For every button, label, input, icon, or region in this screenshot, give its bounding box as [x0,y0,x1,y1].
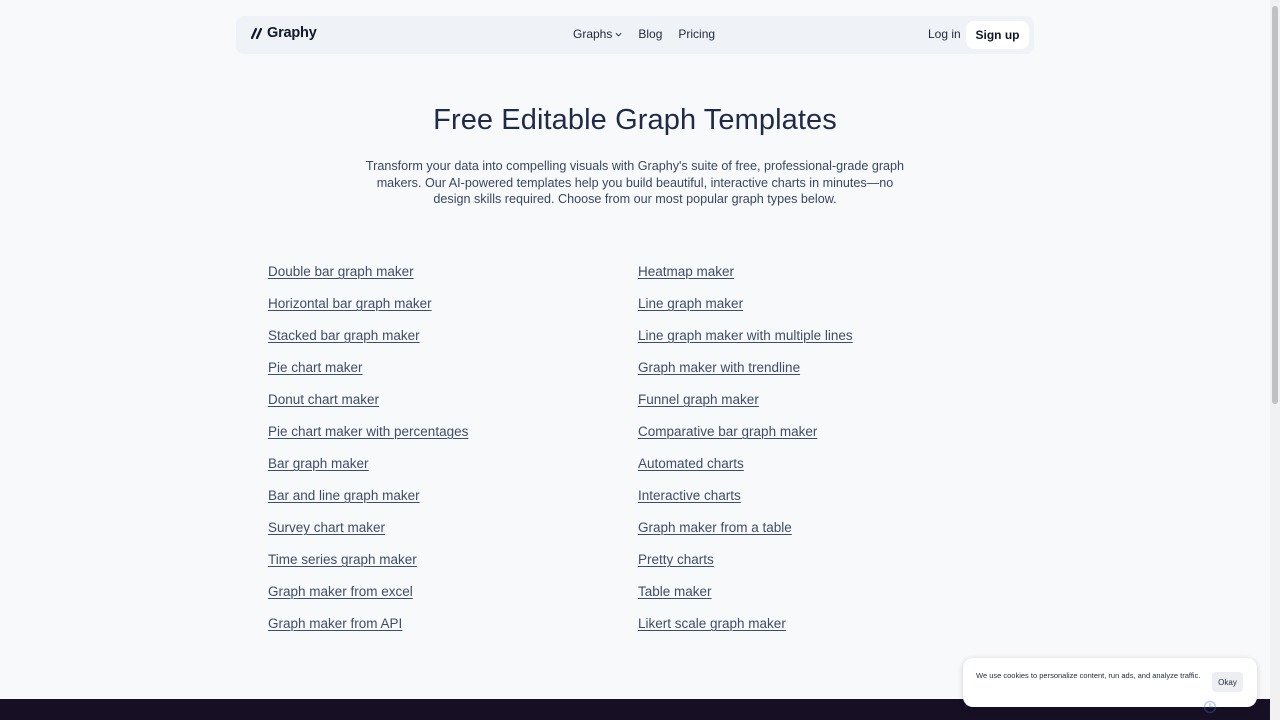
graph-template-link[interactable]: Double bar graph maker [268,264,468,296]
graph-template-link[interactable]: Stacked bar graph maker [268,328,468,360]
recaptcha-badge-icon [1203,700,1217,714]
nav-pricing-link[interactable]: Pricing [678,27,715,41]
graphy-logo-mark-icon [251,27,263,39]
scrollbar-thumb[interactable] [1272,6,1278,404]
graph-template-link[interactable]: Line graph maker with multiple lines [638,328,853,360]
graph-template-link[interactable]: Time series graph maker [268,552,468,584]
graph-template-link[interactable]: Likert scale graph maker [638,616,853,648]
cookie-message: We use cookies to personalize content, r… [976,671,1201,680]
graph-template-link[interactable]: Table maker [638,584,853,616]
top-navbar: Graphy Graphs Blog Pricing Log in Sign u… [236,16,1034,54]
graph-template-link[interactable]: Pie chart maker with percentages [268,424,468,456]
page-scrollbar[interactable] [1270,0,1280,720]
chevron-down-icon [615,32,622,37]
graph-links-left-column: Double bar graph maker Horizontal bar gr… [268,264,468,648]
graph-template-link[interactable]: Graph maker from API [268,616,468,648]
graph-template-link[interactable]: Donut chart maker [268,392,468,424]
graph-template-link[interactable]: Horizontal bar graph maker [268,296,468,328]
graph-template-link[interactable]: Heatmap maker [638,264,853,296]
graph-template-link[interactable]: Graph maker from a table [638,520,853,552]
page-description: Transform your data into compelling visu… [365,159,905,206]
nav-graphs-dropdown[interactable]: Graphs [573,27,622,41]
graph-template-link[interactable]: Bar and line graph maker [268,488,468,520]
graph-template-link[interactable]: Bar graph maker [268,456,468,488]
login-link[interactable]: Log in [928,27,961,41]
nav-graphs-label: Graphs [573,27,613,41]
graph-links-right-column: Heatmap maker Line graph maker Line grap… [638,264,853,648]
cookie-okay-button[interactable]: Okay [1212,672,1243,692]
graph-template-link[interactable]: Line graph maker [638,296,853,328]
graph-template-link[interactable]: Funnel graph maker [638,392,853,424]
page-title: Free Editable Graph Templates [433,104,837,136]
main-nav: Graphs Blog Pricing [573,27,731,41]
signup-button[interactable]: Sign up [966,21,1029,49]
nav-blog-link[interactable]: Blog [638,27,662,41]
graphy-logo[interactable]: Graphy [251,25,317,41]
graph-template-link[interactable]: Pie chart maker [268,360,468,392]
graph-template-link[interactable]: Graph maker with trendline [638,360,853,392]
graph-template-link[interactable]: Comparative bar graph maker [638,424,853,456]
graph-template-link[interactable]: Graph maker from excel [268,584,468,616]
graph-template-link[interactable]: Survey chart maker [268,520,468,552]
brand-name: Graphy [267,25,317,41]
graph-template-link[interactable]: Interactive charts [638,488,853,520]
graph-template-link[interactable]: Pretty charts [638,552,853,584]
graph-template-link[interactable]: Automated charts [638,456,853,488]
